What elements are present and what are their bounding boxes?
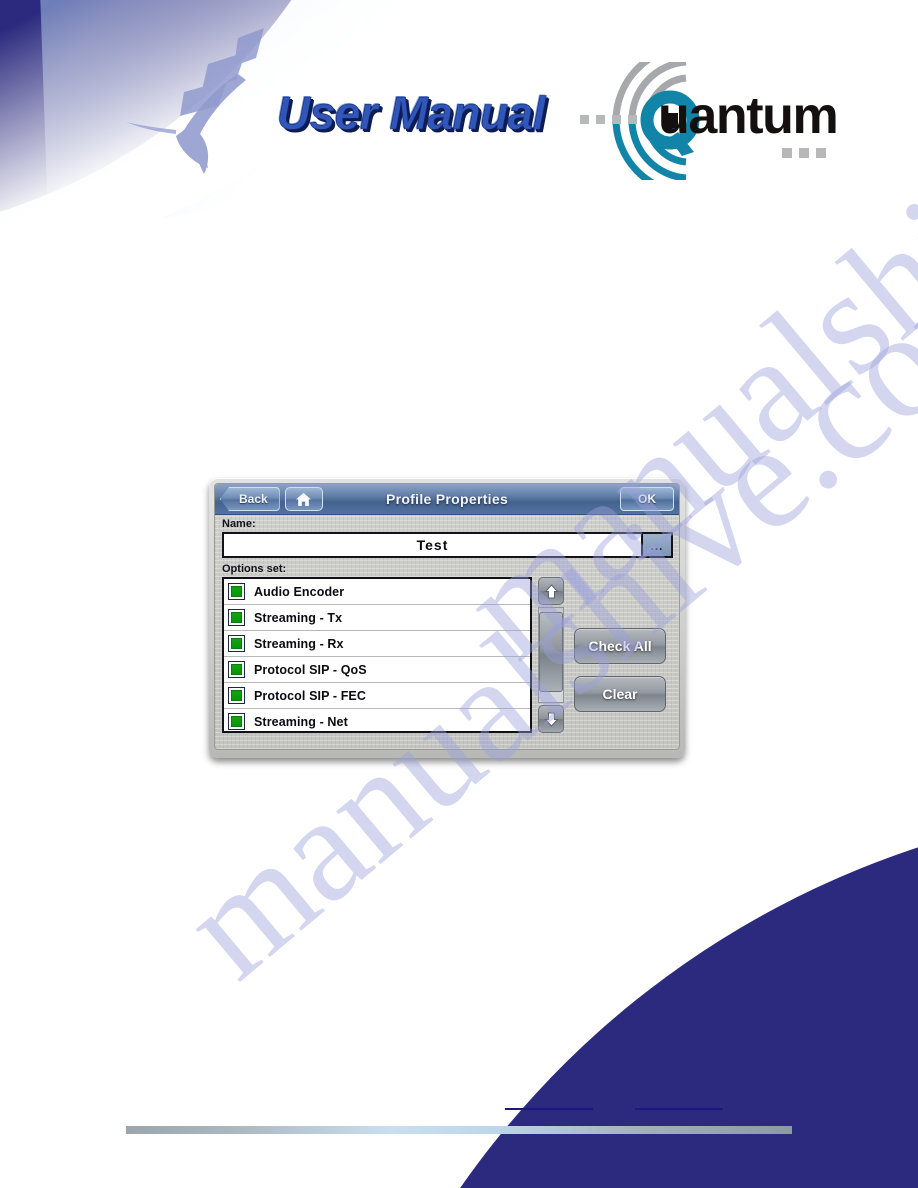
checkbox-checked-icon[interactable]: [228, 713, 245, 730]
home-button[interactable]: [284, 487, 323, 511]
screen-titlebar: Back Profile Properties OK: [215, 484, 679, 515]
clear-button[interactable]: Clear: [574, 676, 666, 712]
options-actions: Check All Clear: [574, 577, 666, 733]
checkbox-checked-icon[interactable]: [228, 609, 245, 626]
scrollbar-thumb[interactable]: [539, 612, 563, 692]
brand-dots-icon: [782, 148, 826, 158]
footer-link-underline-right[interactable]: [635, 1108, 723, 1110]
check-all-button[interactable]: Check All: [574, 628, 666, 664]
checkbox-checked-icon[interactable]: [228, 687, 245, 704]
list-item-label: Streaming - Tx: [254, 610, 343, 625]
screen-body: Name: Test ... Options set: Audio Encode…: [215, 515, 679, 733]
scrollbar-track[interactable]: [538, 607, 564, 703]
page-title: User Manual: [277, 87, 546, 140]
name-field-row: Test ...: [222, 532, 673, 558]
arrow-up-icon: [543, 583, 559, 598]
list-item[interactable]: Streaming - Rx: [224, 631, 530, 657]
options-scrollbar[interactable]: [538, 577, 564, 733]
ok-button-label: OK: [638, 492, 656, 506]
checkbox-checked-icon[interactable]: [228, 583, 245, 600]
checkbox-checked-icon[interactable]: [228, 635, 245, 652]
touch-panel-device: Back Profile Properties OK Name: Test ..…: [209, 478, 685, 758]
list-item-label: Streaming - Rx: [254, 636, 344, 651]
checkbox-checked-icon[interactable]: [228, 661, 245, 678]
list-item[interactable]: Audio Encoder: [224, 579, 530, 605]
name-field-label: Name:: [222, 518, 256, 530]
ok-button[interactable]: OK: [620, 487, 674, 511]
footer-link-underline-left[interactable]: [505, 1108, 593, 1110]
list-item[interactable]: Protocol SIP - FEC: [224, 683, 530, 709]
back-button[interactable]: Back: [220, 487, 280, 511]
options-list[interactable]: Audio Encoder Streaming - Tx Streaming -…: [222, 577, 532, 733]
manual-page: User Manual uantum Back Profile Properti…: [0, 0, 918, 1188]
list-item[interactable]: Protocol SIP - QoS: [224, 657, 530, 683]
device-screen: Back Profile Properties OK Name: Test ..…: [214, 483, 680, 750]
back-button-label: Back: [239, 492, 268, 506]
name-browse-button[interactable]: ...: [641, 534, 671, 556]
home-icon: [296, 492, 312, 506]
list-item-label: Streaming - Net: [254, 714, 348, 729]
list-item-label: Protocol SIP - QoS: [254, 662, 367, 677]
scroll-up-button[interactable]: [538, 577, 564, 605]
list-item-label: Protocol SIP - FEC: [254, 688, 366, 703]
list-item[interactable]: Streaming - Tx: [224, 605, 530, 631]
options-set-label: Options set:: [222, 563, 287, 575]
list-item[interactable]: Streaming - Net: [224, 709, 530, 731]
brand-wordmark: uantum: [658, 87, 839, 145]
options-area: Audio Encoder Streaming - Tx Streaming -…: [222, 577, 673, 733]
scroll-down-button[interactable]: [538, 705, 564, 733]
footer-gradient-bar: [126, 1126, 792, 1134]
bottom-right-navy-swoosh: [303, 713, 918, 1188]
quantum-logo: uantum: [566, 43, 839, 197]
arrow-down-icon: [543, 712, 559, 727]
list-item-label: Audio Encoder: [254, 584, 345, 599]
name-input[interactable]: Test: [224, 534, 641, 556]
